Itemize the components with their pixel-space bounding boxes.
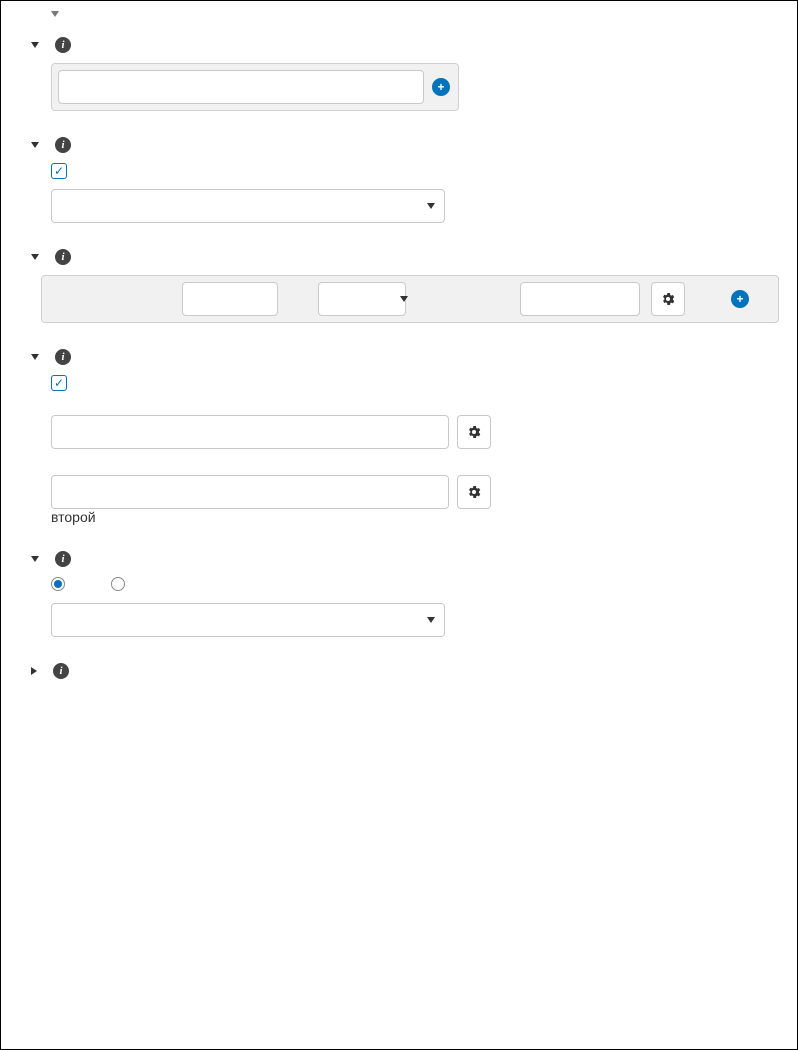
info-icon[interactable]: i [55,249,71,265]
info-icon[interactable]: i [55,37,71,53]
fulfillment-radio-return[interactable] [111,577,125,591]
utterance-add-input[interactable] [58,70,424,104]
slot-prompt-input[interactable] [520,282,640,316]
section-lambda-init: i ✓ [19,129,779,233]
plus-icon: + [731,290,749,308]
slot-add-button[interactable]: + [729,288,751,310]
caret-down-icon [31,254,39,260]
info-icon[interactable]: i [55,349,71,365]
cancel-input[interactable] [51,475,449,509]
section-toggle-response[interactable]: i [31,655,779,689]
fulfillment-radio-lambda[interactable] [51,577,65,591]
cancel-label [51,461,779,471]
section-toggle-utterances[interactable]: i [31,29,779,63]
section-sample-utterances: i + [19,29,779,121]
fulfillment-function-select[interactable] [51,603,445,637]
confirm-input[interactable] [51,415,449,449]
intent-editor-page: i + i ✓ [0,0,798,1050]
utterance-add-row: + [51,63,459,111]
caret-down-icon [31,142,39,148]
section-confirmation: i ✓ второй [19,341,779,535]
section-slots: i [19,241,779,333]
section-toggle-lambda[interactable]: i [31,129,779,163]
slot-prompt-settings[interactable] [651,282,685,316]
info-icon[interactable]: i [55,551,71,567]
lambda-function-select[interactable] [51,189,445,223]
info-icon[interactable]: i [53,663,69,679]
confirm-settings[interactable] [457,415,491,449]
section-toggle-confirmation[interactable]: i [31,341,779,375]
caret-down-icon [31,354,39,360]
section-response: i [19,655,779,699]
info-icon[interactable]: i [55,137,71,153]
caret-down-icon [31,42,39,48]
gear-icon [466,424,482,440]
plus-icon: + [432,78,450,96]
intent-header [19,9,779,29]
section-fulfillment: i [19,543,779,647]
utterance-add-button[interactable]: + [430,76,452,98]
confirm-label [51,401,779,411]
caret-right-icon [31,667,37,675]
section-toggle-slots[interactable]: i [31,241,779,275]
section-toggle-fulfillment[interactable]: i [31,543,779,577]
caret-down-icon [31,556,39,562]
slot-add-row: + [41,275,779,323]
slot-type-select[interactable] [318,282,406,316]
slot-name-input[interactable] [182,282,278,316]
lambda-codehook-checkbox[interactable]: ✓ [51,163,67,179]
intent-version-dropdown[interactable] [49,11,59,17]
chevron-down-icon [51,11,59,17]
confirmation-checkbox[interactable]: ✓ [51,375,67,391]
cancel-settings[interactable] [457,475,491,509]
gear-icon [660,291,676,307]
gear-icon [466,484,482,500]
